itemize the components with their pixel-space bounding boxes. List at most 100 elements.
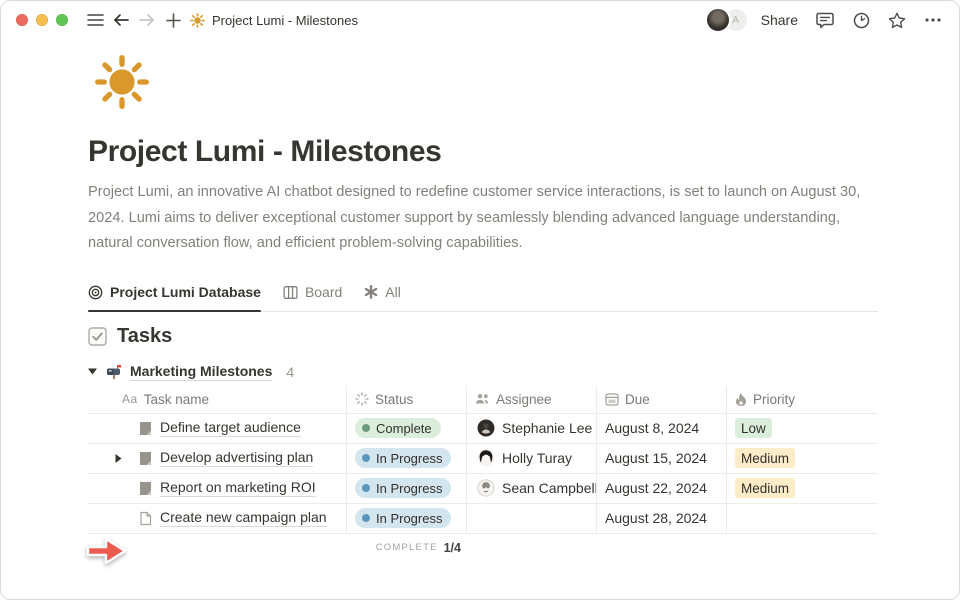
assignee-name: Stephanie Lee — [502, 420, 592, 436]
group-header[interactable]: Marketing Milestones 4 — [88, 363, 878, 381]
status-cell[interactable]: In Progress — [347, 504, 467, 534]
breadcrumb[interactable]: Project Lumi - Milestones — [190, 13, 358, 28]
group-name[interactable]: Marketing Milestones — [130, 363, 272, 381]
user-avatar — [705, 7, 731, 33]
due-cell[interactable]: August 22, 2024 — [597, 474, 727, 504]
due-cell[interactable]: August 8, 2024 — [597, 414, 727, 444]
task-cell[interactable]: Develop advertising plan — [88, 444, 347, 474]
due-cell[interactable]: August 28, 2024 — [597, 504, 727, 534]
tab-label: All — [385, 284, 401, 300]
assignee-name: Sean Campbell — [502, 480, 597, 496]
arrow-right-icon — [139, 13, 155, 27]
table-row[interactable]: Develop advertising plan In Progress Hol… — [88, 444, 878, 474]
clock-icon — [853, 12, 870, 29]
sun-icon-small — [190, 13, 205, 28]
status-cell[interactable]: In Progress — [347, 444, 467, 474]
sidebar-menu-button[interactable] — [82, 7, 108, 33]
priority-tag: Medium — [735, 448, 795, 468]
expand-toggle-icon[interactable] — [115, 454, 122, 463]
priority-cell[interactable]: Low — [727, 414, 878, 444]
page-title: Project Lumi - Milestones — [88, 132, 878, 172]
status-pill: In Progress — [355, 478, 451, 498]
forward-button[interactable] — [134, 7, 160, 33]
task-cell[interactable]: Report on marketing ROI — [88, 474, 347, 504]
checkbox-icon — [88, 327, 107, 346]
priority-cell[interactable]: Medium — [727, 474, 878, 504]
collaborator-avatars[interactable]: A — [705, 7, 747, 33]
column-header-task-name[interactable]: Aa Task name — [88, 386, 347, 414]
arrow-left-icon — [113, 13, 129, 27]
due-date: August 8, 2024 — [605, 420, 699, 436]
board-icon — [283, 285, 298, 300]
task-title[interactable]: Report on marketing ROI — [160, 479, 316, 497]
updates-button[interactable] — [848, 7, 874, 33]
task-cell[interactable]: Define target audience — [88, 414, 347, 444]
status-cell[interactable]: In Progress — [347, 474, 467, 504]
status-dot — [362, 484, 370, 492]
column-header-priority[interactable]: Priority — [727, 386, 878, 414]
assignee-cell[interactable] — [467, 504, 597, 534]
page-description: Project Lumi, an innovative AI chatbot d… — [88, 180, 880, 257]
plus-icon — [166, 13, 181, 28]
comment-icon — [816, 12, 834, 29]
due-date: August 28, 2024 — [605, 510, 707, 526]
people-icon — [475, 393, 490, 405]
favorite-button[interactable] — [884, 7, 910, 33]
mailbox-icon — [106, 364, 122, 380]
tab-board[interactable]: Board — [283, 283, 342, 311]
due-date: August 15, 2024 — [605, 450, 707, 466]
task-title[interactable]: Create new campaign plan — [160, 509, 327, 527]
close-window-button[interactable] — [16, 14, 28, 26]
comments-button[interactable] — [812, 7, 838, 33]
status-pill: Complete — [355, 418, 441, 438]
due-cell[interactable]: August 15, 2024 — [597, 444, 727, 474]
window-title: Project Lumi - Milestones — [212, 13, 358, 28]
status-calculation[interactable]: COMPLETE 1/4 — [347, 534, 467, 562]
text-aa-icon: Aa — [122, 392, 138, 406]
calendar-icon — [605, 392, 619, 406]
status-pill: In Progress — [355, 448, 451, 468]
more-button[interactable] — [920, 7, 946, 33]
assignee-name: Holly Turay — [502, 450, 572, 466]
assignee-cell[interactable]: Sean Campbell — [467, 474, 597, 504]
assignee-avatar — [477, 419, 495, 437]
assignee-cell[interactable]: Stephanie Lee — [467, 414, 597, 444]
task-title[interactable]: Define target audience — [160, 419, 301, 437]
tab-all[interactable]: All — [364, 283, 401, 311]
fullscreen-window-button[interactable] — [56, 14, 68, 26]
page-filled-icon — [138, 481, 153, 496]
new-page-button[interactable] — [160, 7, 186, 33]
table-row[interactable]: Create new campaign plan In Progress Aug… — [88, 504, 878, 534]
tab-label: Board — [305, 284, 342, 300]
task-cell[interactable]: Create new campaign plan — [88, 504, 347, 534]
target-icon — [88, 285, 103, 300]
back-button[interactable] — [108, 7, 134, 33]
page-outline-icon — [138, 511, 153, 526]
tab-project-lumi-database[interactable]: Project Lumi Database — [88, 283, 261, 311]
task-title[interactable]: Develop advertising plan — [160, 449, 313, 467]
traffic-lights — [16, 14, 68, 26]
pointer-arrow — [84, 535, 130, 567]
share-button[interactable]: Share — [757, 10, 802, 30]
table-footer: COMPLETE 1/4 — [88, 534, 878, 562]
assignee-cell[interactable]: Holly Turay — [467, 444, 597, 474]
view-tabs: Project Lumi Database Board All — [88, 283, 878, 312]
priority-cell[interactable]: Medium — [727, 444, 878, 474]
table-row[interactable]: Report on marketing ROI In Progress Sean… — [88, 474, 878, 504]
status-cell[interactable]: Complete — [347, 414, 467, 444]
table-row[interactable]: Define target audience Complete Stephani… — [88, 414, 878, 444]
collapse-toggle-icon[interactable] — [88, 368, 98, 375]
page-content: Project Lumi - Milestones Project Lumi, … — [0, 54, 878, 562]
priority-cell[interactable] — [727, 504, 878, 534]
page-sun-icon[interactable] — [94, 54, 150, 110]
table-header-row: Aa Task name Status Assignee — [88, 386, 878, 414]
due-date: August 22, 2024 — [605, 480, 707, 496]
column-header-status[interactable]: Status — [347, 386, 467, 414]
assignee-avatar — [477, 449, 495, 467]
status-pill: In Progress — [355, 508, 451, 528]
minimize-window-button[interactable] — [36, 14, 48, 26]
column-header-assignee[interactable]: Assignee — [467, 386, 597, 414]
tasks-heading: Tasks — [117, 325, 172, 348]
table-body: Define target audience Complete Stephani… — [88, 414, 878, 534]
column-header-due[interactable]: Due — [597, 386, 727, 414]
